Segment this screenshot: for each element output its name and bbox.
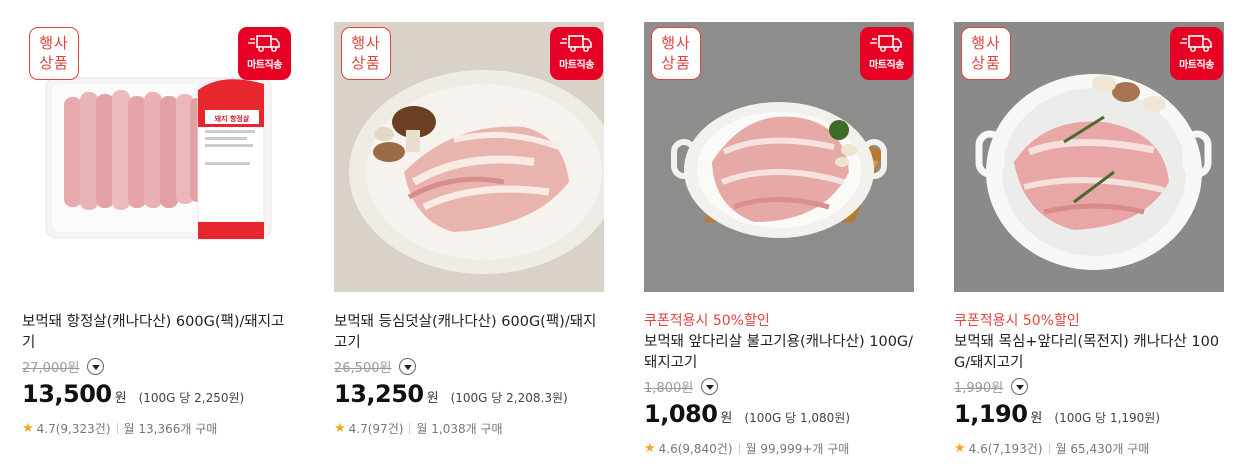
unit-price: (100G 당 1,080원) xyxy=(744,411,851,425)
product-card[interactable]: 행사 상품 마트직송 보먹돼 등심덧살(캐나다산) 600G(팩)/돼지고기 26… xyxy=(334,22,604,462)
monthly-purchases: 월 65,430개 구매 xyxy=(1055,442,1150,456)
truck-icon xyxy=(247,35,280,52)
rating: 4.6(7,193건) xyxy=(968,442,1043,456)
star-icon: ★ xyxy=(954,441,966,456)
sale-price: 13,250 xyxy=(334,380,424,408)
monthly-purchases: 월 99,999+개 구매 xyxy=(745,442,850,456)
price-row: 1,080 원 (100G 당 1,080원) xyxy=(644,400,850,428)
original-price: 1,800원 xyxy=(644,381,694,396)
mart-delivery-badge: 마트직송 xyxy=(1170,27,1223,80)
truck-icon xyxy=(559,35,592,52)
unit-price: (100G 당 2,250원) xyxy=(138,391,245,405)
divider xyxy=(116,423,118,434)
product-image[interactable]: 돼지 항정살 행사 상품 마트직송 xyxy=(22,22,292,292)
event-product-badge: 행사 상품 xyxy=(651,27,701,80)
monthly-purchases: 월 1,038개 구매 xyxy=(416,422,503,436)
product-image[interactable]: 행사 상품 마트직송 xyxy=(644,22,914,292)
price-row: 13,250 원 (100G 당 2,208.3원) xyxy=(334,380,568,408)
product-grid: 돼지 항정살 행사 상품 마트직송 보먹돼 항정살(캐나다산) 600G(팩)/… xyxy=(0,0,1234,469)
star-icon: ★ xyxy=(644,441,656,456)
rating-row: ★ 4.6(9,840건) 월 99,999+개 구매 xyxy=(644,440,849,457)
product-name[interactable]: 보먹돼 등심덧살(캐나다산) 600G(팩)/돼지고기 xyxy=(334,312,604,354)
original-price: 1,990원 xyxy=(954,381,1004,396)
sale-price: 1,190 xyxy=(954,400,1028,428)
currency: 원 xyxy=(114,391,127,406)
product-name[interactable]: 보먹돼 목심+앞다리(목전지) 캐나다산 100G/돼지고기 xyxy=(954,332,1224,374)
original-price-row: 1,800원 xyxy=(644,377,719,396)
price-row: 13,500 원 (100G 당 2,250원) xyxy=(22,380,244,408)
product-name[interactable]: 보먹돼 항정살(캐나다산) 600G(팩)/돼지고기 xyxy=(22,312,292,354)
original-price: 27,000원 xyxy=(22,361,80,376)
original-price-row: 1,990원 xyxy=(954,377,1029,396)
product-card[interactable]: 돼지 항정살 행사 상품 마트직송 보먹돼 항정살(캐나다산) 600G(팩)/… xyxy=(22,22,292,462)
chevron-down-icon[interactable] xyxy=(701,378,719,395)
product-image[interactable]: 행사 상품 마트직송 xyxy=(954,22,1224,292)
divider xyxy=(409,423,411,434)
product-image[interactable]: 행사 상품 마트직송 xyxy=(334,22,604,292)
sale-price: 1,080 xyxy=(644,400,718,428)
coupon-discount-label: 쿠폰적용시 50%할인 xyxy=(644,313,770,329)
divider xyxy=(1048,443,1050,454)
rating-row: ★ 4.7(9,323건) 월 13,366개 구매 xyxy=(22,420,217,437)
event-product-badge: 행사 상품 xyxy=(341,27,391,80)
chevron-down-icon[interactable] xyxy=(1011,378,1029,395)
package-label: 돼지 항정살 xyxy=(215,114,250,123)
original-price-row: 27,000원 xyxy=(22,357,105,376)
event-product-badge: 행사 상품 xyxy=(961,27,1011,80)
truck-icon xyxy=(1179,35,1212,52)
rating-row: ★ 4.6(7,193건) 월 65,430개 구매 xyxy=(954,440,1149,457)
currency: 원 xyxy=(426,391,439,406)
product-name[interactable]: 보먹돼 앞다리살 불고기용(캐나다산) 100G/돼지고기 xyxy=(644,332,914,374)
original-price-row: 26,500원 xyxy=(334,357,417,376)
original-price: 26,500원 xyxy=(334,361,392,376)
currency: 원 xyxy=(1030,411,1043,426)
product-card[interactable]: 행사 상품 마트직송 쿠폰적용시 50%할인 보먹돼 앞다리살 불고기용(캐나다산… xyxy=(644,22,914,462)
mart-delivery-badge: 마트직송 xyxy=(550,27,603,80)
rating: 4.6(9,840건) xyxy=(658,442,733,456)
unit-price: (100G 당 2,208.3원) xyxy=(450,391,568,405)
star-icon: ★ xyxy=(334,421,346,436)
event-product-badge: 행사 상품 xyxy=(29,27,79,80)
rating: 4.7(9,323건) xyxy=(36,422,111,436)
coupon-discount-label: 쿠폰적용시 50%할인 xyxy=(954,313,1080,329)
price-row: 1,190 원 (100G 당 1,190원) xyxy=(954,400,1160,428)
truck-icon xyxy=(869,35,902,52)
mart-delivery-badge: 마트직송 xyxy=(238,27,291,80)
mart-delivery-badge: 마트직송 xyxy=(860,27,913,80)
product-card[interactable]: 행사 상품 마트직송 쿠폰적용시 50%할인 보먹돼 목심+앞다리(목전지) 캐나… xyxy=(954,22,1224,462)
currency: 원 xyxy=(720,411,733,426)
rating-row: ★ 4.7(97건) 월 1,038개 구매 xyxy=(334,420,503,437)
sale-price: 13,500 xyxy=(22,380,112,408)
unit-price: (100G 당 1,190원) xyxy=(1054,411,1161,425)
monthly-purchases: 월 13,366개 구매 xyxy=(123,422,218,436)
star-icon: ★ xyxy=(22,421,34,436)
rating: 4.7(97건) xyxy=(348,422,404,436)
chevron-down-icon[interactable] xyxy=(399,358,417,375)
divider xyxy=(738,443,740,454)
chevron-down-icon[interactable] xyxy=(87,358,105,375)
